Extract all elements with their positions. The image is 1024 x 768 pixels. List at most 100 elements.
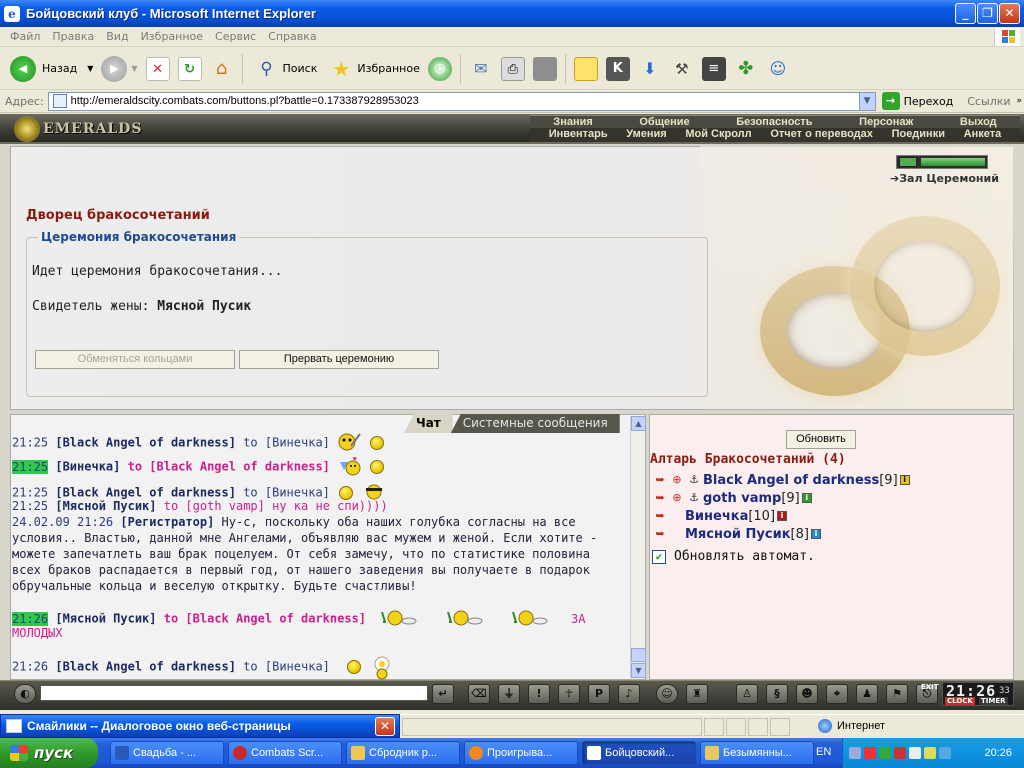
auto-refresh-checkbox[interactable]: ✔ Обновлять автомат. (652, 549, 815, 564)
chat-scrollbar[interactable]: ▲ ▼ (630, 416, 646, 678)
info-icon[interactable]: i (899, 475, 910, 485)
timer-label[interactable]: TIMER (979, 697, 1008, 705)
chat-sender[interactable]: [Винечка] (55, 460, 120, 474)
chat-recipient[interactable]: to [Black Angel of darkness] (120, 460, 330, 474)
menu-help[interactable]: Справка (262, 30, 322, 43)
nav-skills[interactable]: Умения (626, 128, 666, 142)
team-icon[interactable]: ♟ (856, 684, 878, 704)
nav-my-scroll[interactable]: Мой Скролл (685, 128, 751, 142)
info-icon[interactable]: i (777, 511, 788, 521)
nav-profile[interactable]: Анкета (964, 128, 1002, 142)
scroll-up-icon[interactable]: ▲ (631, 416, 646, 431)
task-button[interactable]: Проигрыва... (464, 741, 578, 765)
close-button[interactable]: ✕ (999, 3, 1020, 24)
exchange-rings-button[interactable]: Обменяться кольцами (35, 350, 235, 369)
chevron-down-icon[interactable]: ▼ (131, 64, 137, 73)
player-name[interactable]: Black Angel of darkness (703, 473, 879, 488)
refresh-button[interactable]: Обновить (786, 430, 856, 449)
location-label[interactable]: Зал Церемоний (899, 172, 999, 185)
task-button[interactable]: Свадьба - ... (110, 741, 224, 765)
checkbox-check-icon[interactable]: ✔ (652, 549, 666, 564)
clear-icon[interactable]: ⌫ (468, 684, 490, 704)
location-link[interactable]: ➔Зал Церемоний (890, 172, 999, 185)
nav-exit[interactable]: Выход (960, 116, 997, 128)
tools-icon[interactable]: ⚒ (670, 57, 694, 81)
clover-icon[interactable]: ✤ (734, 57, 758, 81)
tab-chat[interactable]: Чат (404, 414, 453, 433)
tray-icon[interactable] (939, 747, 951, 759)
fighter-icon[interactable]: ☥ (558, 684, 580, 704)
exit-label[interactable]: EXIT (921, 683, 939, 691)
scroll-thumb[interactable] (631, 648, 646, 662)
private-arrow-icon[interactable]: ➥ (652, 490, 668, 506)
chat-mode-icon[interactable]: ◐ (14, 684, 36, 704)
chevron-right-icon[interactable]: » (1017, 96, 1023, 106)
history-icon[interactable]: ◷ (427, 56, 452, 81)
private-arrow-icon[interactable]: ➥ (652, 508, 668, 524)
tray-icon[interactable] (909, 747, 921, 759)
tray-icon[interactable] (879, 747, 891, 759)
restore-button[interactable]: ❐ (977, 3, 998, 24)
chat-sender[interactable]: [Black Angel of darkness] (55, 660, 236, 674)
chat-sender[interactable]: [Мясной Пусик] (55, 612, 156, 626)
address-input[interactable]: http://emeraldscity.combats.com/buttons.… (47, 91, 876, 111)
refresh-icon[interactable]: ↻ (177, 56, 202, 81)
player-name[interactable]: Винечка (685, 509, 748, 524)
task-button-active[interactable]: Бойцовский... (582, 741, 696, 765)
map-icon[interactable]: ⌖ (826, 684, 848, 704)
stop-icon[interactable]: ✕ (145, 56, 170, 81)
notes-icon[interactable] (573, 56, 598, 81)
menu-favorites[interactable]: Избранное (135, 30, 209, 43)
send-icon[interactable]: ↵ (432, 684, 454, 704)
sound-icon[interactable]: ♪ (618, 684, 640, 704)
interrupt-ceremony-button[interactable]: Прервать церемонию (239, 350, 439, 369)
chat-recipient[interactable]: to [Black Angel of darkness] (157, 612, 366, 626)
language-indicator[interactable]: EN (816, 746, 831, 758)
info-icon[interactable]: i (801, 493, 812, 503)
private-arrow-icon[interactable]: ➥ (652, 526, 668, 542)
task-button[interactable]: Сбродник р... (346, 741, 460, 765)
back-button[interactable]: ◀ Назад ▼ (6, 52, 97, 86)
go-button[interactable]: → Переход (881, 92, 953, 110)
nav-security[interactable]: Безопасность (736, 116, 812, 128)
smileys-dialog-titlebar[interactable]: Смайлики -- Диалоговое окно веб-страницы… (0, 714, 400, 738)
menu-tools[interactable]: Сервис (209, 30, 262, 43)
search-button[interactable]: ⚲ Поиск (247, 52, 322, 86)
tab-system-messages[interactable]: Системные сообщения (450, 414, 620, 433)
chat-recipient[interactable]: to [Винечка] (236, 660, 330, 674)
scroll-down-icon[interactable]: ▼ (631, 663, 646, 678)
system-clock[interactable]: 20:26 (984, 747, 1012, 759)
links-label[interactable]: Ссылки (967, 95, 1010, 108)
minimize-button[interactable]: _ (955, 3, 976, 24)
chevron-down-icon[interactable]: ▼ (87, 64, 93, 73)
nav-transfer-report[interactable]: Отчет о переводах (770, 128, 873, 142)
private-arrow-icon[interactable]: ➥ (652, 472, 668, 488)
info-icon[interactable]: i (810, 529, 821, 539)
nav-knowledge[interactable]: Знания (553, 116, 592, 128)
scroll-icon[interactable]: § (766, 684, 788, 704)
archive-icon[interactable]: ≡ (701, 56, 726, 81)
chat-sender[interactable]: [Мясной Пусик] (55, 499, 156, 513)
print-icon[interactable]: ⎙ (500, 56, 525, 81)
smileys-icon[interactable]: ☺ (656, 684, 678, 704)
mail-icon[interactable]: ✉ (469, 57, 493, 81)
edit-icon[interactable] (532, 56, 557, 81)
window-titlebar[interactable]: e Бойцовский клуб - Microsoft Internet E… (0, 0, 1024, 27)
player-name[interactable]: goth vamp (703, 491, 781, 506)
potion-icon[interactable]: ♙ (736, 684, 758, 704)
dialog-close-button[interactable]: ✕ (375, 717, 395, 736)
download-icon[interactable]: ⬇ (638, 57, 662, 81)
tray-icon[interactable] (849, 747, 861, 759)
player-name[interactable]: Мясной Пусик (685, 527, 791, 542)
nav-inventory[interactable]: Инвентарь (549, 128, 608, 142)
home-icon[interactable]: ⌂ (210, 57, 234, 81)
menu-view[interactable]: Вид (100, 30, 134, 43)
nav-character[interactable]: Персонаж (859, 116, 913, 128)
menu-file[interactable]: Файл (4, 30, 46, 43)
helmet-icon[interactable]: ♜ (686, 684, 708, 704)
chat-sender[interactable]: [Black Angel of darkness] (55, 436, 236, 450)
tray-icon[interactable] (894, 747, 906, 759)
chat-recipient[interactable]: to [goth vamp] (157, 499, 265, 513)
forward-button[interactable]: ▶ ▼ (97, 52, 141, 86)
nav-communication[interactable]: Общение (639, 116, 689, 128)
